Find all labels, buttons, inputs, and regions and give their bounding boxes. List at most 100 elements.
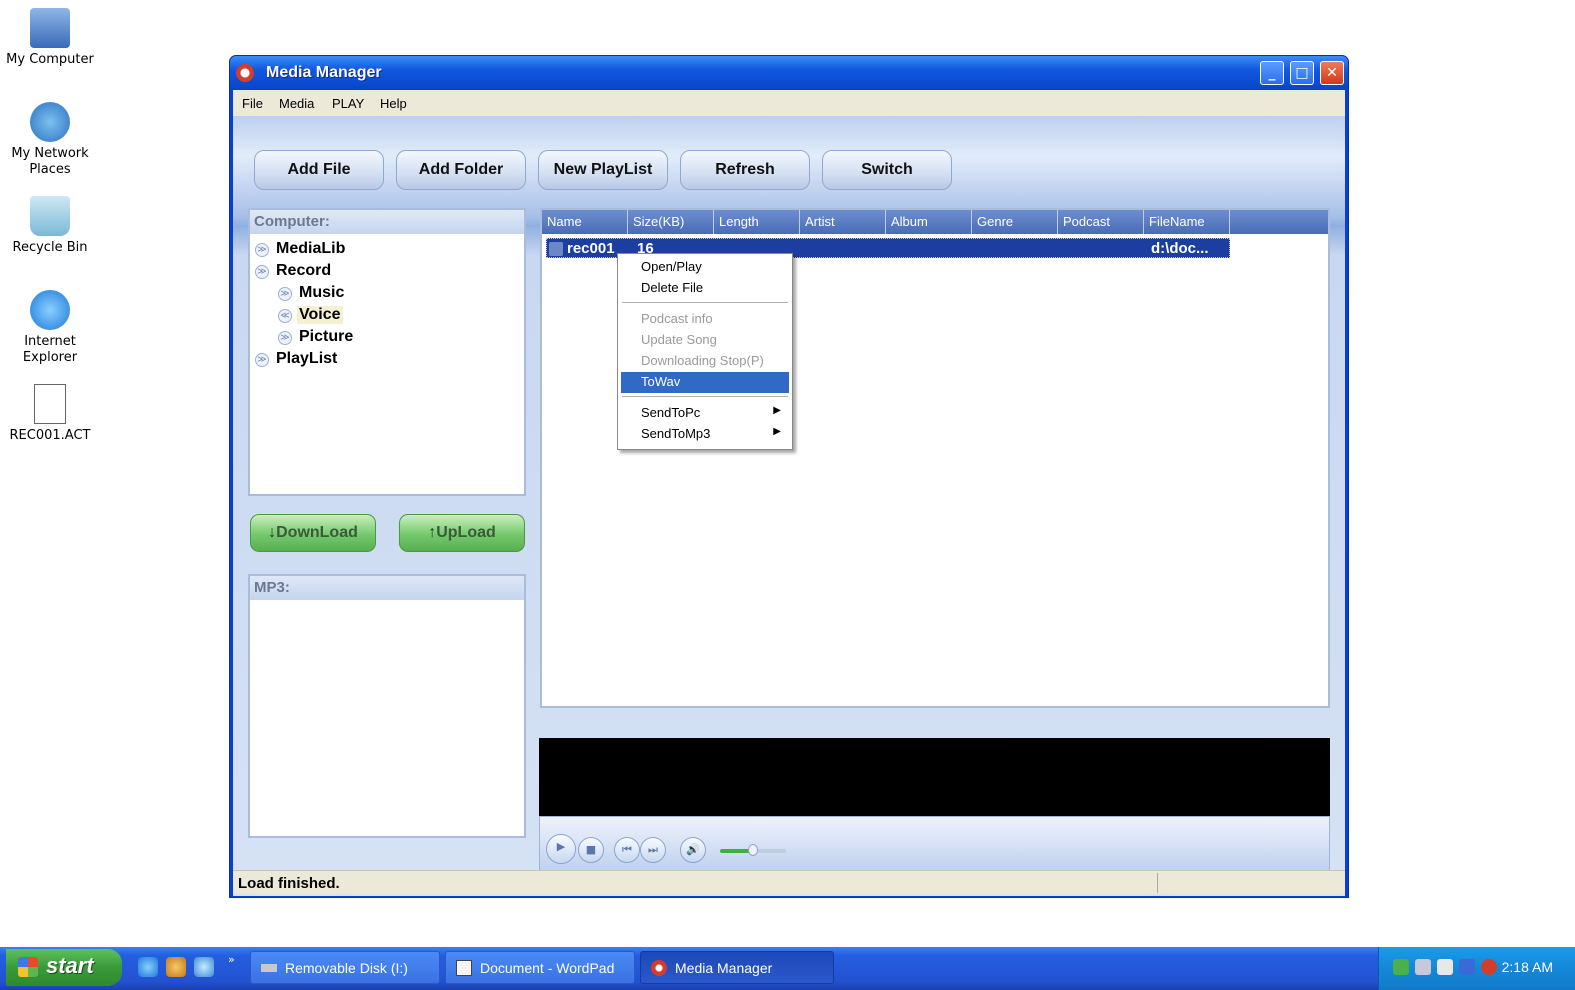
- status-text: Load finished.: [238, 875, 340, 892]
- tray-security-icon[interactable]: [1481, 959, 1497, 975]
- taskbar: start » Removable Disk (I:) Document - W…: [0, 947, 1575, 990]
- tray-network-icon[interactable]: [1393, 959, 1409, 975]
- clock[interactable]: 2:18 AM: [1502, 959, 1553, 975]
- download-button[interactable]: ↓DownLoad: [250, 514, 376, 552]
- tray-safely-remove-icon[interactable]: [1415, 959, 1431, 975]
- column-header-genre[interactable]: Genre: [972, 210, 1058, 234]
- expand-chevron-icon[interactable]: ≪: [278, 309, 292, 323]
- submenu-arrow-icon: ▶: [773, 426, 781, 437]
- collapse-chevron-icon[interactable]: ≫: [255, 353, 269, 367]
- task-media-manager[interactable]: Media Manager: [640, 951, 834, 984]
- maximize-button[interactable]: □: [1290, 61, 1314, 85]
- add-file-button[interactable]: Add File: [254, 150, 384, 190]
- tree-item-playlist[interactable]: PlayList: [276, 350, 337, 368]
- column-header-artist[interactable]: Artist: [800, 210, 886, 234]
- switch-button[interactable]: Switch: [822, 150, 952, 190]
- tray-speaker-icon[interactable]: [1437, 959, 1453, 975]
- window-title: Media Manager: [266, 64, 382, 81]
- quicklaunch-overflow-icon[interactable]: »: [228, 953, 235, 966]
- title-bar[interactable]: Media Manager _ □ ✕: [230, 56, 1348, 90]
- task-wordpad[interactable]: Document - WordPad: [445, 951, 635, 984]
- upload-button[interactable]: ↑UpLoad: [399, 514, 525, 552]
- media-player-quicklaunch-icon[interactable]: [194, 957, 214, 977]
- add-folder-button[interactable]: Add Folder: [396, 150, 526, 190]
- refresh-button[interactable]: Refresh: [680, 150, 810, 190]
- context-menu: Open/Play Delete File Podcast info Updat…: [617, 253, 793, 450]
- volume-icon[interactable]: 🔊: [680, 837, 706, 863]
- main-area: Add File Add Folder New PlayList Refresh…: [233, 116, 1345, 896]
- app-icon: [236, 64, 254, 82]
- desktop-icon-label: Recycle Bin: [12, 240, 88, 255]
- menu-item-open-play[interactable]: Open/Play: [621, 257, 789, 278]
- task-label: Media Manager: [675, 960, 773, 976]
- minimize-button[interactable]: _: [1260, 61, 1284, 85]
- desktop-icon-rec001-act[interactable]: REC001.ACT: [0, 384, 100, 444]
- download-label: DownLoad: [276, 524, 358, 541]
- column-header-size[interactable]: Size(KB): [628, 210, 714, 234]
- download-arrow-icon: ↓: [268, 524, 277, 541]
- play-icon[interactable]: ▶: [546, 834, 576, 864]
- column-header-podcast[interactable]: Podcast: [1058, 210, 1144, 234]
- new-playlist-button[interactable]: New PlayList: [538, 150, 668, 190]
- start-button[interactable]: start: [6, 949, 122, 986]
- collapse-chevron-icon[interactable]: ≫: [278, 287, 292, 301]
- stop-icon[interactable]: ■: [578, 837, 604, 863]
- menu-item-sendtopc[interactable]: SendToPc ▶: [621, 403, 789, 424]
- collapse-chevron-icon[interactable]: ≫: [278, 331, 292, 345]
- desktop-icon-my-network-places[interactable]: My Network Places: [0, 102, 100, 178]
- menu-item-sendtomp3[interactable]: SendToMp3 ▶: [621, 424, 789, 445]
- mp3-panel: MP3:: [248, 574, 526, 838]
- task-removable-disk[interactable]: Removable Disk (I:): [250, 951, 440, 984]
- video-display: [539, 738, 1330, 816]
- menu-item-delete-file[interactable]: Delete File: [621, 278, 789, 299]
- menu-file[interactable]: File: [242, 96, 263, 111]
- row-name: rec001: [567, 240, 615, 257]
- column-header-album[interactable]: Album: [886, 210, 972, 234]
- menu-item-towav[interactable]: ToWav: [621, 372, 789, 393]
- menu-media[interactable]: Media: [279, 96, 314, 111]
- desktop-icon-recycle-bin[interactable]: Recycle Bin: [0, 196, 100, 256]
- collapse-chevron-icon[interactable]: ≫: [255, 265, 269, 279]
- windows-logo-icon: [18, 957, 38, 977]
- desktop-icon-my-computer[interactable]: My Computer: [0, 8, 100, 68]
- status-bar: Load finished.: [233, 870, 1345, 894]
- tree-item-voice[interactable]: Voice: [297, 306, 343, 324]
- column-header-name[interactable]: Name: [542, 210, 628, 234]
- desktop-icon-label: Internet Explorer: [22, 334, 78, 365]
- messenger-quicklaunch-icon[interactable]: [166, 957, 186, 977]
- column-header-filename[interactable]: FileName: [1144, 210, 1230, 234]
- previous-icon[interactable]: ⏮: [614, 837, 640, 863]
- volume-slider-thumb[interactable]: [748, 844, 758, 856]
- tray-usb-icon[interactable]: [1459, 959, 1475, 975]
- tree-item-music[interactable]: Music: [299, 284, 344, 302]
- submenu-arrow-icon: ▶: [773, 405, 781, 416]
- tree-item-picture[interactable]: Picture: [299, 328, 353, 346]
- row-file-icon: [549, 242, 563, 256]
- media-manager-window: Media Manager _ □ ✕ File Media PLAY Help…: [229, 55, 1349, 898]
- tree-item-medialib[interactable]: MediaLib: [276, 240, 345, 258]
- desktop-icon-label: My Network Places: [11, 146, 89, 177]
- menu-play[interactable]: PLAY: [332, 96, 364, 111]
- menu-help[interactable]: Help: [380, 96, 407, 111]
- desktop-icon-internet-explorer[interactable]: Internet Explorer: [0, 290, 100, 366]
- internet-explorer-quicklaunch-icon[interactable]: [138, 957, 158, 977]
- wordpad-icon: [456, 960, 472, 976]
- system-tray: 2:18 AM: [1378, 947, 1575, 990]
- column-header-filler: [1230, 210, 1328, 234]
- task-label: Document - WordPad: [480, 960, 615, 976]
- row-filename: d:\doc...: [1151, 240, 1209, 257]
- menu-separator: [622, 396, 788, 397]
- start-label: start: [46, 953, 94, 978]
- computer-panel: Computer: ≫ MediaLib ≫ Record ≫ Music ≪ …: [248, 208, 526, 496]
- upload-label: UpLoad: [436, 524, 496, 541]
- close-button[interactable]: ✕: [1320, 61, 1344, 85]
- column-header-length[interactable]: Length: [714, 210, 800, 234]
- file-icon: [34, 384, 66, 424]
- status-divider: [1157, 873, 1158, 893]
- next-icon[interactable]: ⏭: [640, 837, 666, 863]
- task-label: Removable Disk (I:): [285, 960, 408, 976]
- menu-item-podcast-info: Podcast info: [641, 311, 713, 326]
- collapse-chevron-icon[interactable]: ≫: [255, 243, 269, 257]
- menu-item-label: SendToMp3: [641, 426, 711, 441]
- tree-item-record[interactable]: Record: [276, 262, 331, 280]
